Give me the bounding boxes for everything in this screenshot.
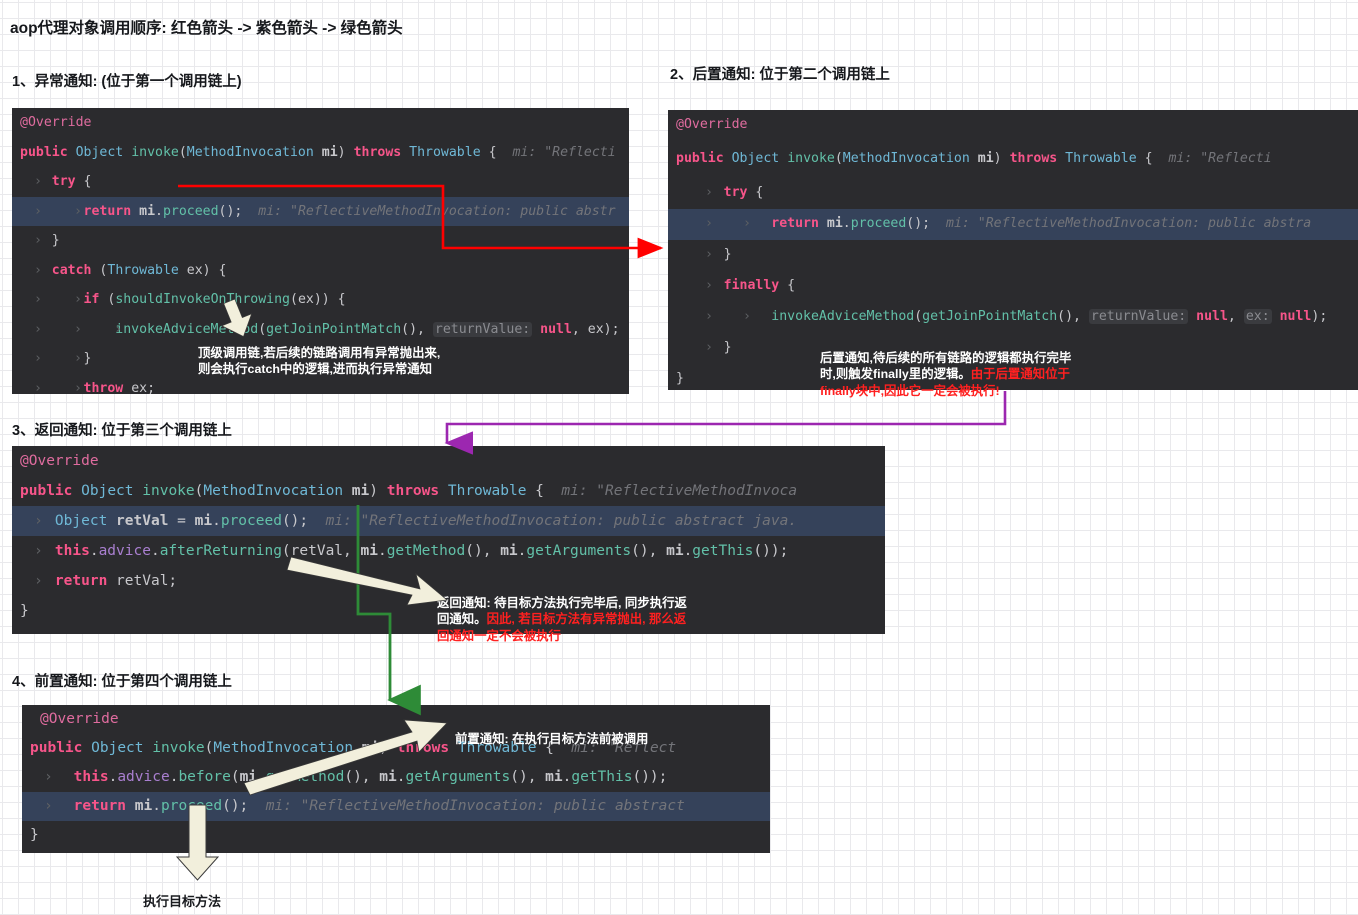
code-line: public Object invoke(MethodInvocation mi… [676, 151, 1272, 166]
code-line: › } [34, 233, 60, 248]
code-line: › › invokeAdviceMethod(getJoinPointMatch(… [705, 309, 1328, 324]
annotation-4: 前置通知: 在执行目标方法前被调用 [455, 731, 649, 746]
code-line: › try { [705, 185, 764, 200]
code-line: @Override [20, 115, 92, 130]
section-label-4: 4、前置通知: 位于第四个调用链上 [12, 674, 232, 690]
section-label-1: 1、异常通知: (位于第一个调用链上) [12, 74, 242, 90]
code-line: @Override [676, 117, 748, 132]
code-line: › catch (Throwable ex) { [34, 262, 227, 278]
diagram-canvas: aop代理对象调用顺序: 红色箭头 -> 紫色箭头 -> 绿色箭头 1、异常通知… [0, 0, 1358, 915]
code-line: public Object invoke(MethodInvocation mi… [20, 144, 616, 160]
code-line-highlighted: › return mi.proceed(); mi: "ReflectiveMe… [22, 792, 770, 821]
section-label-3: 3、返回通知: 位于第三个调用链上 [12, 423, 232, 439]
code-line-highlighted: › Object retVal = mi.proceed(); mi: "Ref… [12, 506, 885, 536]
code-line-highlighted: › › return mi.proceed(); mi: "ReflectiveM… [668, 209, 1358, 240]
code-line: › this.advice.before(mi.getMethod(), mi.… [44, 769, 668, 785]
code-line: public Object invoke(MethodInvocation mi… [20, 483, 798, 499]
code-line: › this.advice.afterReturning(retVal, mi.… [34, 543, 789, 559]
code-line: › finally { [705, 278, 796, 293]
code-line: › › if (shouldInvokeOnThrowing(ex)) { [34, 292, 346, 307]
code-line: @Override [20, 453, 99, 469]
code-line: › try { [34, 174, 92, 189]
code-line: } [30, 827, 39, 843]
annotation-3: 返回通知: 待目标方法执行完毕后, 同步执行返 回通知。因此, 若目标方法有异常… [437, 595, 687, 643]
annotation-2: 后置通知,待后续的所有链路的逻辑都执行完毕 时,则触发finally里的逻辑。由… [820, 350, 1072, 398]
footer-label: 执行目标方法 [143, 894, 222, 909]
code-line-highlighted: › › return mi.proceed(); mi: "ReflectiveM… [12, 196, 629, 226]
code-line: › } [705, 247, 732, 262]
annotation-1: 顶级调用链,若后续的链路调用有异常抛出来, 则会执行catch中的逻辑,进而执行… [198, 345, 441, 377]
page-title: aop代理对象调用顺序: 红色箭头 -> 紫色箭头 -> 绿色箭头 [10, 20, 403, 37]
section-label-2: 2、后置通知: 位于第二个调用链上 [670, 67, 890, 83]
